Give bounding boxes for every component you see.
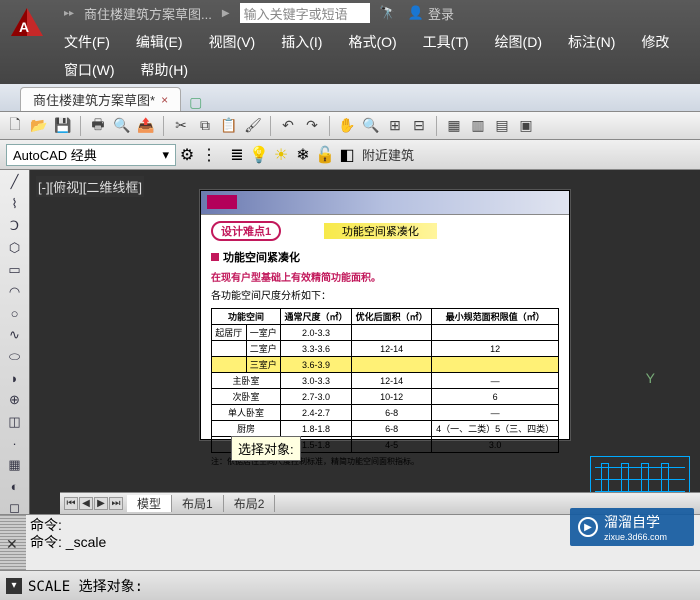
search-input[interactable]: 输入关键字或短语: [240, 3, 370, 23]
menu-item[interactable]: 插入(I): [281, 32, 322, 52]
watermark: ▶ 溜溜自学zixue.3d66.com: [570, 508, 694, 546]
bulb-icon[interactable]: 💡: [248, 144, 270, 166]
block-icon[interactable]: ◫: [6, 414, 24, 430]
document-tab[interactable]: 商住楼建筑方案草图* ×: [20, 87, 181, 111]
layer-name[interactable]: 附近建筑: [358, 145, 414, 164]
binoculars-icon[interactable]: 🔭: [380, 5, 396, 21]
dcenter-icon[interactable]: ▥: [469, 117, 487, 135]
menu-item[interactable]: 修改: [641, 32, 669, 52]
menu-item[interactable]: 标注(N): [568, 32, 615, 52]
props-icon[interactable]: ▦: [445, 117, 463, 135]
undo-icon[interactable]: ↶: [279, 117, 297, 135]
publish-icon[interactable]: 📤: [137, 117, 155, 135]
viewport-label[interactable]: [-][俯视][二维线框]: [36, 176, 144, 197]
status-prompt: SCALE 选择对象:: [28, 576, 143, 596]
layout-tab[interactable]: 布局1: [172, 495, 224, 512]
zoom-win-icon[interactable]: ⊞: [386, 117, 404, 135]
title-fragment: 商住楼建筑方案草图...: [84, 4, 212, 23]
ole-badge1: 设计难点1: [211, 221, 281, 241]
workspace-selector[interactable]: AutoCAD 经典▾: [6, 144, 176, 166]
lock-icon[interactable]: 🔓: [314, 144, 336, 166]
ole-object[interactable]: 设计难点1 功能空间紧凑化 功能空间紧凑化 在现有户型基础上有效精简功能面积。 …: [200, 190, 570, 440]
new-tab-icon[interactable]: ▢: [181, 94, 210, 111]
menu-item[interactable]: 绘图(D): [495, 32, 542, 52]
spline-icon[interactable]: ∿: [6, 327, 24, 343]
menu-item[interactable]: 帮助(H): [141, 60, 188, 80]
new-icon[interactable]: 🗋: [6, 117, 24, 135]
rect-icon[interactable]: ▭: [6, 262, 24, 278]
menu-item[interactable]: 编辑(E): [136, 32, 183, 52]
line-icon[interactable]: ╱: [6, 174, 24, 190]
polyline-icon[interactable]: Ↄ: [6, 218, 24, 234]
pan-icon[interactable]: ✋: [338, 117, 356, 135]
polygon-icon[interactable]: ⬡: [6, 240, 24, 256]
point-icon[interactable]: ·: [6, 436, 24, 451]
copy-icon[interactable]: ⧉: [196, 117, 214, 135]
status-bar: ▾ SCALE 选择对象:: [0, 570, 700, 600]
redo-icon[interactable]: ↷: [303, 117, 321, 135]
zoom-prev-icon[interactable]: ⊟: [410, 117, 428, 135]
qat-arrow-icon: ▶: [216, 8, 236, 19]
circle-icon[interactable]: ○: [6, 306, 24, 321]
layout-tab[interactable]: 模型: [127, 495, 172, 512]
status-toggle-icon[interactable]: ▾: [6, 578, 22, 594]
menu-item[interactable]: 视图(V): [209, 32, 256, 52]
ellipse-arc-icon[interactable]: ◗: [6, 371, 24, 386]
svg-text:A: A: [19, 19, 29, 35]
layout-tab[interactable]: 布局2: [224, 495, 276, 512]
login-link[interactable]: 登录: [428, 4, 454, 23]
chevron-down-icon: ▾: [162, 147, 169, 163]
menu-item[interactable]: 工具(T): [423, 32, 469, 52]
gradient-icon[interactable]: ◐: [6, 479, 24, 494]
cut-icon[interactable]: ✂: [172, 117, 190, 135]
menu-item[interactable]: 格式(O): [348, 32, 396, 52]
command-tooltip: 选择对象:: [231, 436, 301, 461]
sheet-icon[interactable]: ▣: [517, 117, 535, 135]
open-icon[interactable]: 📂: [30, 117, 48, 135]
standard-toolbar: 🗋 📂 💾 🖶 🔍 📤 ✂ ⧉ 📋 🖌 ↶ ↷ ✋ 🔍 ⊞ ⊟ ▦ ▥ ▤ ▣: [0, 112, 700, 140]
save-icon[interactable]: 💾: [54, 117, 72, 135]
tab-title: 商住楼建筑方案草图*: [33, 90, 155, 109]
layer-state-icon[interactable]: ≣: [226, 144, 248, 166]
zoom-icon[interactable]: 🔍: [362, 117, 380, 135]
play-icon: ▶: [578, 517, 598, 537]
match-icon[interactable]: 🖌: [244, 117, 262, 135]
layer-color-icon[interactable]: ◧: [336, 144, 358, 166]
menu-item[interactable]: 窗口(W): [64, 60, 115, 80]
sun-icon[interactable]: ☀: [270, 144, 292, 166]
region-icon[interactable]: ◻: [6, 500, 24, 516]
close-icon[interactable]: ×: [161, 93, 168, 107]
draw-toolbar: ╱ ⌇ Ↄ ⬡ ▭ ◠ ○ ∿ ⬭ ◗ ⊕ ◫ · ▦ ◐ ◻ ▤ A: [0, 170, 30, 514]
hatch-icon[interactable]: ▦: [6, 457, 24, 473]
ellipse-icon[interactable]: ⬭: [6, 349, 24, 365]
ws-gear-icon[interactable]: ⚙: [176, 144, 198, 166]
pline-icon[interactable]: ⌇: [6, 196, 24, 212]
ucs-y-label: Y: [646, 370, 655, 386]
preview-icon[interactable]: 🔍: [113, 117, 131, 135]
insert-icon[interactable]: ⊕: [6, 392, 24, 408]
drawing-canvas[interactable]: [-][俯视][二维线框] 设计难点1 功能空间紧凑化 功能空间紧凑化 在现有户…: [30, 170, 700, 514]
tpalette-icon[interactable]: ▤: [493, 117, 511, 135]
menu-item[interactable]: 文件(F): [64, 32, 110, 52]
print-icon[interactable]: 🖶: [89, 117, 107, 135]
qat-expand-icon[interactable]: ▸▸: [58, 8, 80, 19]
app-logo: A: [0, 0, 54, 84]
ole-badge2: 功能空间紧凑化: [324, 223, 437, 239]
freeze-icon[interactable]: ❄: [292, 144, 314, 166]
layout-nav[interactable]: ⏮◀▶⏭: [60, 497, 127, 510]
arc-icon[interactable]: ◠: [6, 284, 24, 300]
paste-icon[interactable]: 📋: [220, 117, 238, 135]
ws-grip-icon[interactable]: ⋮: [198, 144, 220, 166]
ole-table: 功能空间通常尺度（㎡）优化后面积（㎡）最小规范面积限值（㎡）起居厅一室户2.0-…: [211, 308, 559, 453]
user-icon[interactable]: 👤: [408, 5, 424, 21]
close-palette-icon[interactable]: ✕: [6, 536, 22, 552]
